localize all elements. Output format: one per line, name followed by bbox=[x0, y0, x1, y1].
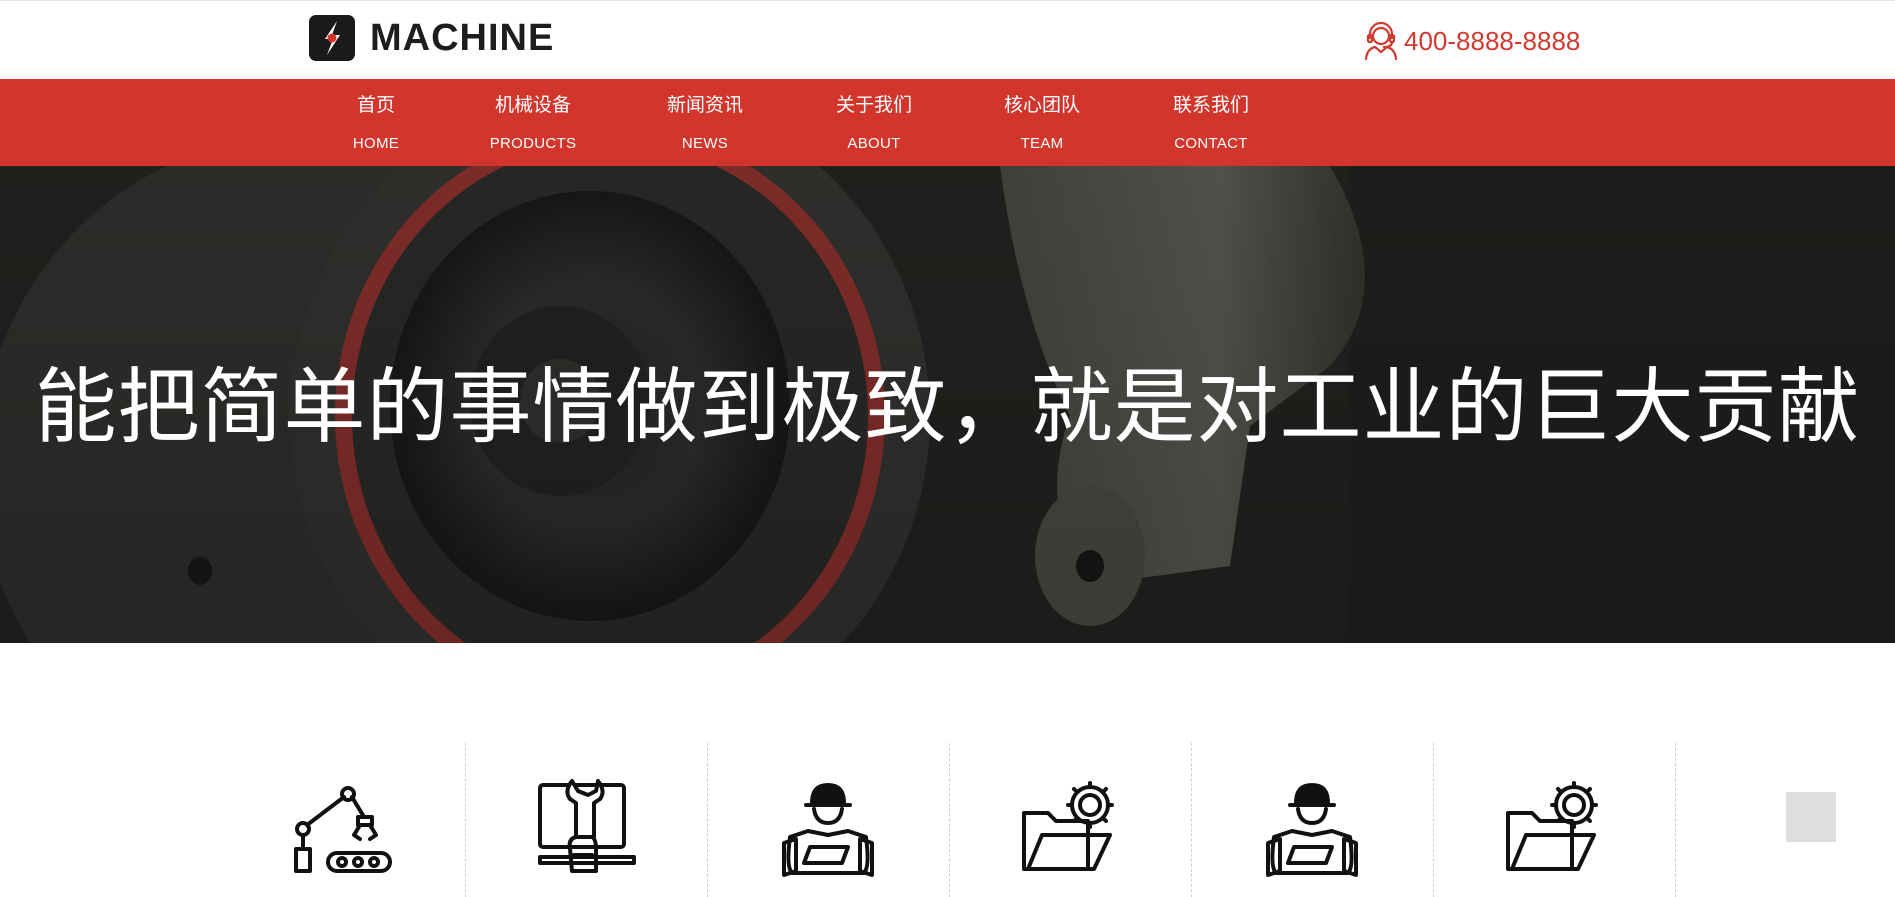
feature-icons-section bbox=[0, 643, 1895, 897]
hotline-number: 400-8888-8888 bbox=[1404, 25, 1581, 56]
folder-gear-icon bbox=[1022, 781, 1114, 871]
nav-label-en: ABOUT bbox=[847, 135, 901, 152]
main-nav: 首页 HOME 机械设备 PRODUCTS 新闻资讯 NEWS 关于我们 ABO… bbox=[0, 79, 1895, 166]
feature-item[interactable] bbox=[223, 743, 466, 897]
nav-label-cn: 关于我们 bbox=[835, 94, 912, 116]
nav-label-en: TEAM bbox=[1020, 135, 1064, 152]
feature-item[interactable] bbox=[465, 743, 708, 897]
nav-item-products[interactable]: 机械设备 PRODUCTS bbox=[468, 79, 598, 166]
nav-item-about[interactable]: 关于我们 ABOUT bbox=[809, 79, 939, 166]
nav-item-home[interactable]: 首页 HOME bbox=[311, 79, 441, 166]
nav-label-en: CONTACT bbox=[1174, 135, 1248, 152]
logo-text: MACHINE bbox=[370, 16, 555, 59]
feature-item[interactable] bbox=[707, 743, 950, 897]
nav-label-cn: 核心团队 bbox=[1003, 94, 1080, 116]
nav-label-cn: 首页 bbox=[356, 94, 395, 116]
feature-item[interactable] bbox=[949, 743, 1192, 897]
logo-mark-icon bbox=[309, 15, 355, 61]
nav-item-contact[interactable]: 联系我们 CONTACT bbox=[1146, 79, 1276, 166]
nav-label-cn: 机械设备 bbox=[494, 94, 571, 116]
engineer-blueprint-icon bbox=[782, 783, 874, 877]
feature-item[interactable] bbox=[1191, 743, 1434, 897]
nav-label-cn: 新闻资讯 bbox=[666, 94, 743, 116]
nav-item-news[interactable]: 新闻资讯 NEWS bbox=[640, 79, 770, 166]
nav-item-team[interactable]: 核心团队 TEAM bbox=[977, 79, 1107, 166]
robotic-arm-conveyor-icon bbox=[294, 786, 392, 873]
nav-label-en: HOME bbox=[352, 135, 400, 152]
hero-title: 能把简单的事情做到极致，就是对工业的巨大贡献 bbox=[34, 360, 1861, 455]
back-to-top-button[interactable] bbox=[1786, 792, 1836, 842]
nav-label-cn: 联系我们 bbox=[1172, 94, 1249, 116]
hotline[interactable]: 400-8888-8888 bbox=[1362, 21, 1580, 61]
monitor-wrench-icon bbox=[538, 779, 636, 873]
engineer-blueprint-icon bbox=[1266, 783, 1358, 877]
site-header: MACHINE 400-8888-8888 bbox=[0, 0, 1895, 79]
feature-item[interactable] bbox=[1433, 743, 1676, 897]
nav-label-en: PRODUCTS bbox=[489, 135, 577, 152]
hero-banner: 能把简单的事情做到极致，就是对工业的巨大贡献 bbox=[0, 166, 1895, 643]
customer-service-headset-icon bbox=[1364, 21, 1398, 61]
nav-label-en: NEWS bbox=[681, 135, 729, 152]
folder-gear-icon bbox=[1506, 781, 1598, 871]
site-logo[interactable]: MACHINE bbox=[308, 14, 554, 62]
